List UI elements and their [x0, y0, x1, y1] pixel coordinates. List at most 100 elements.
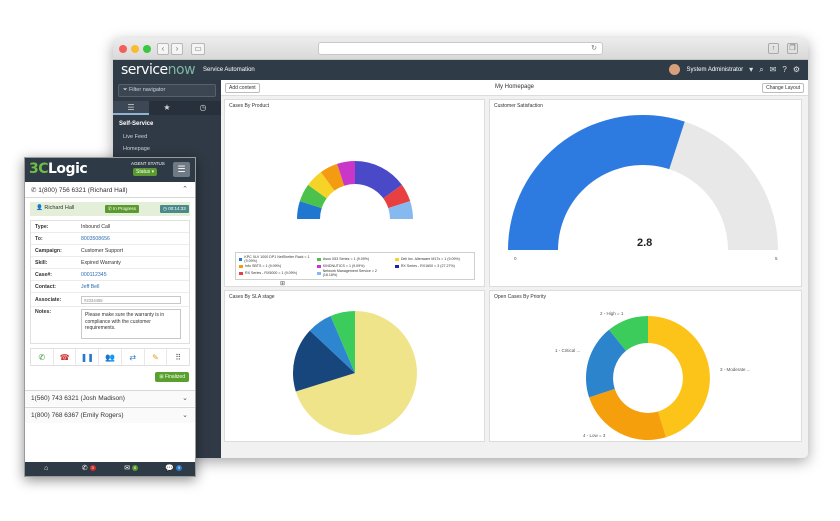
address-bar[interactable]: ↻: [318, 42, 603, 55]
call-status-bar: 👤 Richard Hall ✆ In Progress ◷ 00:14:33: [30, 202, 190, 216]
hangup-call-icon[interactable]: ☎: [54, 349, 77, 365]
queued-call-item[interactable]: 1(800) 768 6367 (Emily Rogers) ⌄: [25, 407, 195, 423]
help-icon[interactable]: ?: [782, 65, 786, 74]
expand-icon[interactable]: ⊞: [280, 280, 285, 287]
forward-icon[interactable]: ›: [171, 42, 183, 55]
answer-call-icon[interactable]: ✆: [31, 349, 54, 365]
agent-status-dropdown[interactable]: Status ▾: [133, 168, 158, 176]
home-icon[interactable]: ⌂: [25, 462, 68, 476]
priority-donut-chart: [585, 316, 710, 440]
legend-item[interactable]: Network Management Service = 2 (18.18%): [316, 269, 389, 277]
legend-item[interactable]: RX Series - RX1600 = 3 (27.27%): [394, 264, 467, 268]
gauge-max-label: 5: [775, 256, 778, 261]
tab-all-apps[interactable]: ☰: [113, 101, 149, 115]
disposition-icon[interactable]: ✎: [145, 349, 168, 365]
field-label: Contact:: [35, 283, 57, 290]
field-label: Case#:: [35, 271, 53, 278]
maximize-window-button[interactable]: [143, 44, 151, 53]
legend-item[interactable]: Asus X53 Series = 1 (9.09%): [316, 255, 389, 263]
caller-name: Richard Hall: [44, 205, 75, 211]
browser-toolbar: ‹ › ▭ ↻ ↑ ❐: [113, 38, 808, 60]
mail-count-badge: 6: [132, 465, 139, 472]
chevron-down-icon[interactable]: ▾: [749, 65, 753, 74]
legend-item[interactable]: KPC XLV 1000 DP1 NetShelter Rack = 1 (9.…: [239, 255, 311, 263]
page-title: My Homepage: [494, 84, 535, 90]
conference-icon[interactable]: 👥: [99, 349, 122, 365]
contact-link[interactable]: Jeff Bell: [81, 284, 99, 290]
tab-favorites[interactable]: ★: [149, 101, 185, 115]
call-status-badge: ✆ In Progress: [105, 205, 140, 213]
mail-tab[interactable]: ✉ 6: [110, 462, 153, 476]
widget-cases-by-product: Cases By Product KPC XLV 1000 DP1 NetShe…: [224, 99, 485, 287]
minimize-window-button[interactable]: [131, 44, 139, 53]
legend-item[interactable]: RX Series - RX5000 = 1 (9.09%): [239, 269, 311, 277]
transfer-icon[interactable]: ⇄: [122, 349, 145, 365]
calls-count-badge: 3: [89, 465, 96, 472]
finalized-button[interactable]: ⊞ Finalized: [155, 372, 189, 382]
widget-title: Open Cases By Priority: [494, 294, 546, 300]
change-layout-button[interactable]: Change Layout: [762, 83, 804, 93]
user-avatar[interactable]: [669, 64, 681, 75]
chevron-down-icon[interactable]: ⌄: [182, 411, 188, 419]
widget-customer-satisfaction: Customer Satisfaction 2.8 0 5: [489, 99, 802, 287]
servicenow-logo: servicenow: [121, 62, 196, 78]
dialpad-icon[interactable]: ⠿: [167, 349, 189, 365]
associate-input[interactable]: #2334455: [81, 295, 181, 304]
back-icon[interactable]: ‹: [157, 42, 169, 55]
call-details-form: Type: Inbound Call To: 8003508656 Campaign…: [30, 220, 190, 344]
browser-window: ‹ › ▭ ↻ ↑ ❐ servicenow Service Automatio…: [113, 38, 808, 458]
filter-navigator-input[interactable]: ⏷ Filter navigator: [118, 84, 216, 97]
active-call-header[interactable]: ✆ 1(800) 756 6321 (Richard Hall) ⌃: [25, 182, 195, 198]
user-name[interactable]: System Administrator: [686, 67, 743, 73]
notes-textarea[interactable]: Please make sure the warranty is in comp…: [81, 309, 181, 339]
homepage-content: Add content My Homepage Change Layout Ca…: [221, 80, 808, 458]
legend-item[interactable]: Info SBTS = 1 (9.09%): [239, 264, 311, 268]
star-icon: ★: [163, 103, 171, 112]
calls-tab[interactable]: ✆ 3: [68, 462, 111, 476]
tabs-icon[interactable]: ❐: [787, 43, 798, 54]
case-number-link[interactable]: 000112345: [81, 272, 107, 278]
call-actions-toolbar: ✆ ☎ ❚❚ 👥 ⇄ ✎ ⠿: [30, 348, 190, 366]
sla-pie-chart: [292, 311, 417, 435]
gauge-value: 2.8: [637, 237, 653, 249]
campaign-value: Customer Support: [81, 247, 124, 254]
chat-tab[interactable]: 💬 9: [153, 462, 196, 476]
product-semi-donut-chart: [297, 161, 413, 219]
label-critical: 1 - Critical ...: [555, 348, 581, 353]
widget-open-cases-priority: Open Cases By Priority 2 - High = 1 1 - …: [489, 290, 802, 442]
list-icon: ☰: [127, 103, 135, 112]
widget-title: Customer Satisfaction: [494, 103, 543, 109]
search-icon[interactable]: ⌕: [759, 65, 763, 75]
label-high: 2 - High = 1: [600, 311, 624, 316]
field-label: Campaign:: [35, 247, 62, 254]
nav-section-title[interactable]: Self-Service: [113, 115, 221, 131]
clock-icon: ◷: [199, 103, 207, 112]
widget-title: Cases By Product: [229, 103, 270, 109]
legend-item[interactable]: Dell Inc. Alienware M17x = 1 (9.09%): [394, 255, 467, 263]
queued-call-item[interactable]: 1(560) 743 6321 (Josh Madison) ⌄: [25, 390, 195, 406]
panel-footer-nav: ⌂ ✆ 3 ✉ 6 💬 9: [25, 462, 195, 476]
hold-icon[interactable]: ❚❚: [76, 349, 100, 365]
gear-icon[interactable]: ⚙: [793, 65, 800, 74]
agent-status-label: AGENT STATUS: [131, 161, 165, 166]
close-window-button[interactable]: [119, 44, 127, 53]
chat-icon[interactable]: ✉: [770, 65, 777, 74]
field-label: Associate:: [35, 296, 62, 303]
sidebar-toggle-icon[interactable]: ▭: [191, 42, 205, 55]
3clogic-logo: 3CLogic: [29, 161, 88, 177]
hamburger-menu-icon[interactable]: ☰: [173, 162, 190, 177]
to-number-link[interactable]: 8003508656: [81, 236, 110, 242]
chat-count-badge: 9: [175, 465, 183, 472]
chevron-down-icon[interactable]: ⌄: [182, 394, 188, 402]
share-icon[interactable]: ↑: [768, 43, 779, 54]
reload-icon[interactable]: ↻: [591, 45, 597, 52]
chart-legend: KPC XLV 1000 DP1 NetShelter Rack = 1 (9.…: [235, 252, 475, 280]
widget-cases-by-sla: Cases By SLA stage: [224, 290, 485, 442]
gauge-min-label: 0: [514, 256, 517, 261]
nav-item-live-feed[interactable]: Live Feed: [113, 131, 221, 143]
nav-item-homepage[interactable]: Homepage: [113, 143, 221, 155]
chevron-up-icon[interactable]: ⌃: [182, 185, 188, 193]
legend-item[interactable]: KINDNUTICS = 1 (9.09%): [316, 264, 389, 268]
tab-history[interactable]: ◷: [185, 101, 221, 115]
servicenow-header: servicenow Service Automation System Adm…: [113, 60, 808, 80]
